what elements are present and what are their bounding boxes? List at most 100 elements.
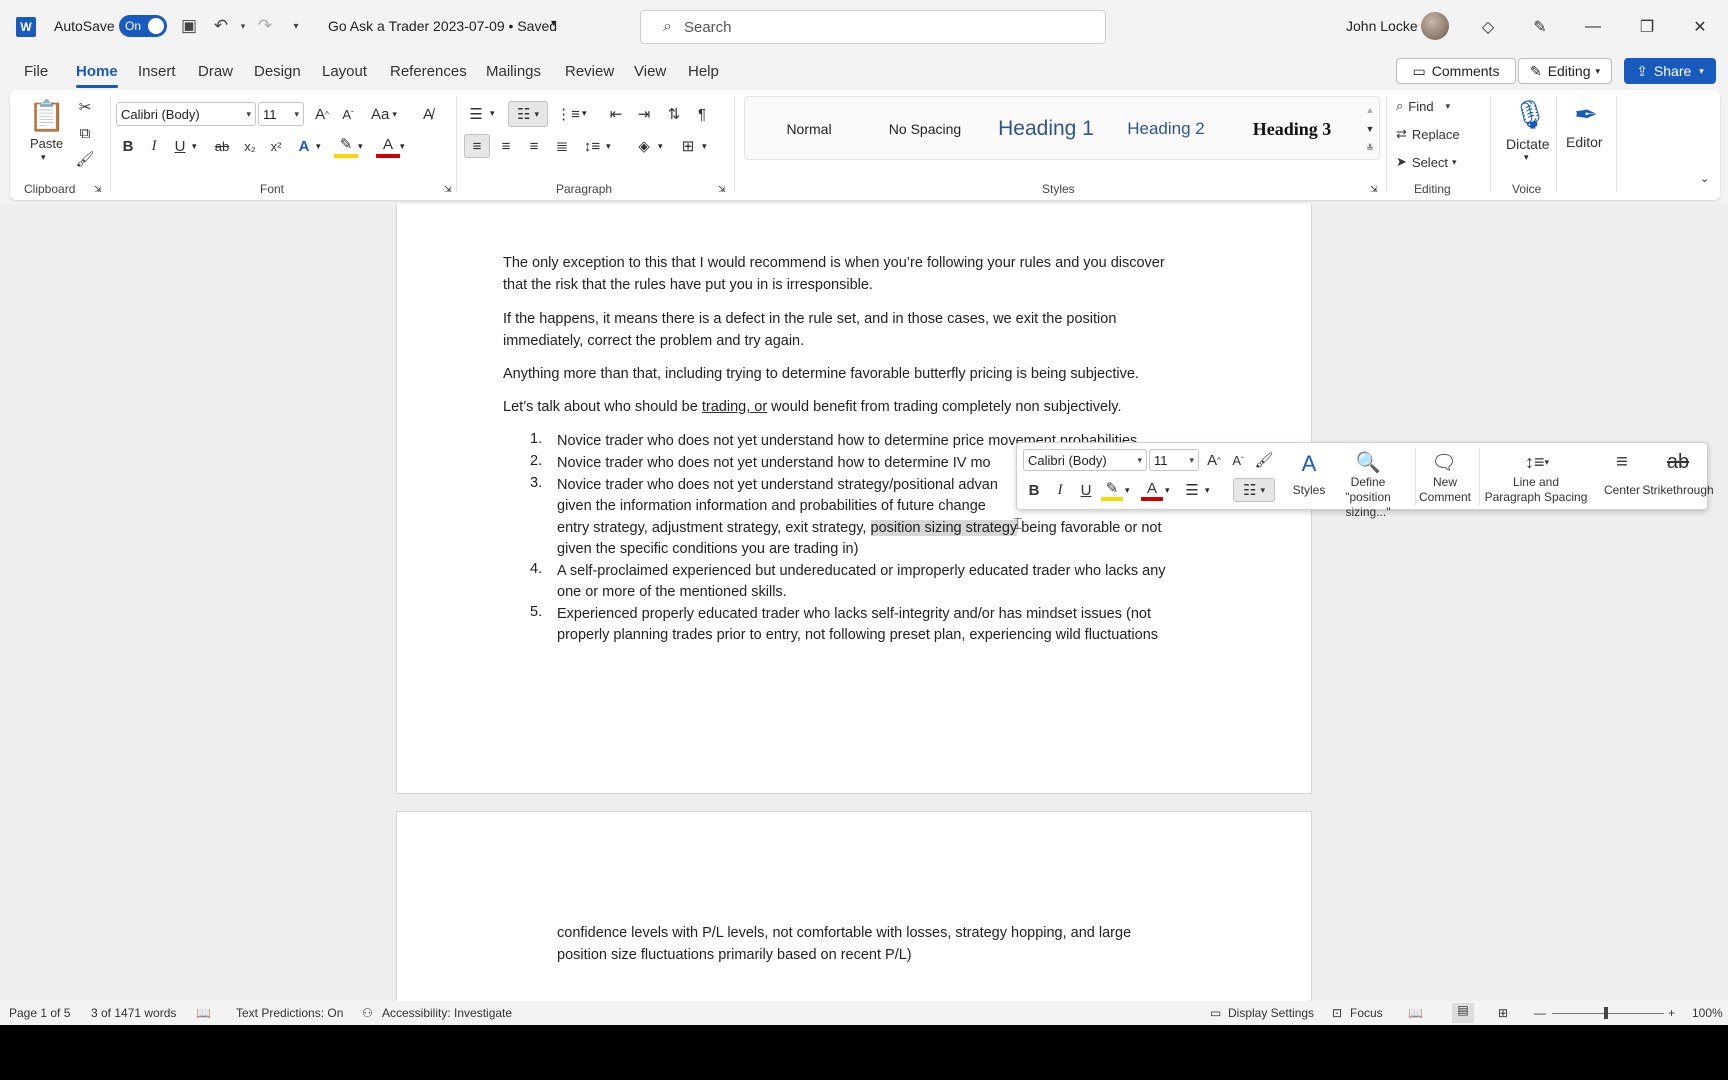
shading-icon[interactable]: ◈ [632, 134, 656, 158]
document-canvas[interactable]: The only exception to this that I would … [0, 204, 1728, 1001]
paragraph-line[interactable]: If the happens, it means there is a defe… [503, 308, 1116, 330]
user-name[interactable]: John Locke [1346, 18, 1418, 34]
cut-icon[interactable]: ✂ [74, 96, 96, 118]
clipboard-launcher-icon[interactable]: ⇲ [94, 184, 102, 195]
justify-icon[interactable]: ≣ [550, 134, 574, 158]
redo-icon[interactable]: ↷ [254, 15, 276, 37]
line-spacing-dropdown-icon[interactable]: ▾ [606, 141, 611, 152]
mini-grow-font-icon[interactable]: A ^ [1203, 449, 1225, 471]
strikethrough-button[interactable]: Strikethrough [1637, 483, 1719, 498]
mini-numbering-button[interactable]: ☷ ▾ [1233, 478, 1275, 502]
mini-size-select[interactable]: 11 ▾ [1149, 449, 1199, 471]
zoom-slider[interactable] [1552, 1013, 1664, 1014]
paste-dropdown-icon[interactable]: ▾ [41, 152, 46, 163]
define-search-icon[interactable]: 🔍 [1353, 447, 1383, 477]
find-button[interactable]: ⌕ Find ▾ [1396, 94, 1450, 118]
list-item-line[interactable]: Novice trader who does not yet understan… [557, 474, 998, 496]
list-item-line[interactable]: given the information information and pr… [557, 495, 986, 517]
paragraph-line[interactable]: Anything more than that, including tryin… [503, 363, 1139, 385]
mini-shrink-font-icon[interactable]: Aˇ [1227, 449, 1249, 471]
tab-mailings[interactable]: Mailings [486, 63, 541, 80]
align-right-icon[interactable]: ≡ [522, 134, 546, 158]
multilevel-list-icon[interactable]: ⋮≡ [556, 102, 580, 126]
underline-dropdown-icon[interactable]: ▾ [192, 141, 197, 152]
tab-review[interactable]: Review [565, 63, 614, 80]
font-size-select[interactable]: 11 ▾ [258, 102, 304, 126]
dictate-button[interactable]: Dictate [1506, 136, 1550, 152]
highlight-dropdown-icon[interactable]: ▾ [358, 141, 363, 152]
tab-file[interactable]: File [24, 63, 48, 80]
word-count[interactable]: 3 of 1471 words [91, 1006, 176, 1020]
share-button[interactable]: ⇪ Share ▾ [1624, 58, 1716, 84]
mini-format-painter-icon[interactable]: 🖌 [1253, 449, 1275, 471]
paragraph-line[interactable]: immediately, correct the problem and try… [503, 330, 804, 352]
style-no-spacing[interactable]: No Spacing [867, 113, 983, 145]
paragraph-line[interactable]: The only exception to this that I would … [503, 252, 1165, 274]
select-button[interactable]: ➤ Select ▾ [1396, 150, 1457, 174]
new-comment-icon[interactable]: 🗨 [1429, 447, 1459, 477]
mini-styles-button[interactable]: Styles [1285, 483, 1333, 498]
accessibility-status[interactable]: Accessibility: Investigate [382, 1006, 512, 1020]
display-settings-button[interactable]: Display Settings [1228, 1006, 1314, 1020]
mini-bullets-icon[interactable]: ☰ [1181, 479, 1203, 501]
autosave-toggle[interactable]: On [119, 15, 167, 37]
tab-home[interactable]: Home [76, 63, 118, 88]
paste-label[interactable]: Paste [30, 136, 63, 151]
mini-highlight-icon[interactable]: ✎ [1101, 479, 1123, 501]
tab-view[interactable]: View [634, 63, 666, 80]
new-comment-button[interactable]: New Comment [1419, 475, 1471, 505]
page-count[interactable]: Page 1 of 5 [9, 1006, 70, 1020]
line-spacing-icon[interactable]: ↕≡ [580, 134, 604, 158]
italic-button[interactable]: I [142, 134, 166, 158]
superscript-button[interactable]: x² [264, 134, 288, 158]
sort-icon[interactable]: ⇅ [662, 102, 686, 126]
tab-references[interactable]: References [390, 63, 467, 80]
zoom-level[interactable]: 100% [1692, 1006, 1723, 1020]
styles-scroll-down-icon[interactable]: ▼ [1361, 120, 1379, 138]
mini-italic-button[interactable]: I [1049, 479, 1071, 501]
tab-draw[interactable]: Draw [198, 63, 233, 80]
style-heading-3[interactable]: Heading 3 [1227, 113, 1357, 145]
avatar[interactable] [1421, 12, 1449, 40]
tab-layout[interactable]: Layout [322, 63, 367, 80]
show-formatting-icon[interactable]: ¶ [690, 102, 714, 126]
decrease-indent-icon[interactable]: ⇤ [604, 102, 628, 126]
align-center-icon[interactable]: ≡ [494, 134, 518, 158]
undo-dropdown-icon[interactable]: ▾ [232, 15, 254, 37]
document-title[interactable]: Go Ask a Trader 2023-07-09 • Saved [328, 18, 557, 34]
document-page-2[interactable]: confidence levels with P/L levels, not c… [396, 811, 1312, 1001]
pen-icon[interactable]: ✎ [1525, 12, 1555, 42]
paragraph-line[interactable]: confidence levels with P/L levels, not c… [557, 922, 1131, 944]
increase-indent-icon[interactable]: ⇥ [632, 102, 656, 126]
zoom-out-icon[interactable]: — [1534, 1006, 1546, 1020]
paragraph-launcher-icon[interactable]: ⇲ [718, 184, 726, 195]
define-button[interactable]: Define "position sizing..." [1327, 475, 1409, 520]
editor-button[interactable]: Editor [1566, 134, 1603, 150]
copy-icon[interactable]: ⧉ [74, 122, 96, 144]
list-item-line[interactable]: given the specific conditions you are tr… [557, 538, 858, 560]
undo-icon[interactable]: ↶ [210, 15, 232, 37]
mini-font-select[interactable]: Calibri (Body) ▾ [1023, 449, 1147, 471]
tab-help[interactable]: Help [688, 63, 719, 80]
mini-highlight-dropdown-icon[interactable]: ▾ [1125, 485, 1130, 496]
list-item-line[interactable]: A self-proclaimed experienced but undere… [557, 560, 1166, 582]
dictate-dropdown-icon[interactable]: ▾ [1524, 152, 1529, 163]
text-effects-icon[interactable]: A [292, 134, 316, 158]
grow-font-icon[interactable]: A ^ [310, 102, 334, 126]
editing-mode-button[interactable]: ✎ Editing ▾ [1518, 58, 1612, 84]
print-layout-icon[interactable]: ▤ [1452, 1003, 1474, 1023]
format-painter-icon[interactable]: 🖌 [74, 148, 96, 170]
focus-button[interactable]: Focus [1350, 1006, 1383, 1020]
highlight-icon[interactable]: ✎ [334, 134, 358, 158]
list-item-line[interactable]: one or more of the mentioned skills. [557, 581, 787, 603]
shrink-font-icon[interactable]: Aˇ [336, 102, 360, 126]
paragraph-line[interactable]: Let’s talk about who should be trading, … [503, 396, 1122, 418]
minimize-icon[interactable]: — [1578, 12, 1608, 42]
list-item-line[interactable]: properly planning trades prior to entry,… [557, 624, 1158, 646]
list-item-line[interactable]: Novice trader who does not yet understan… [557, 452, 991, 474]
replace-button[interactable]: ⇄ Replace [1396, 122, 1460, 146]
collapse-ribbon-icon[interactable]: ⌄ [1700, 172, 1709, 185]
list-item-line[interactable]: Experienced properly educated trader who… [557, 603, 1151, 625]
text-effects-dropdown-icon[interactable]: ▾ [316, 141, 321, 152]
underline-button[interactable]: U [168, 134, 192, 158]
